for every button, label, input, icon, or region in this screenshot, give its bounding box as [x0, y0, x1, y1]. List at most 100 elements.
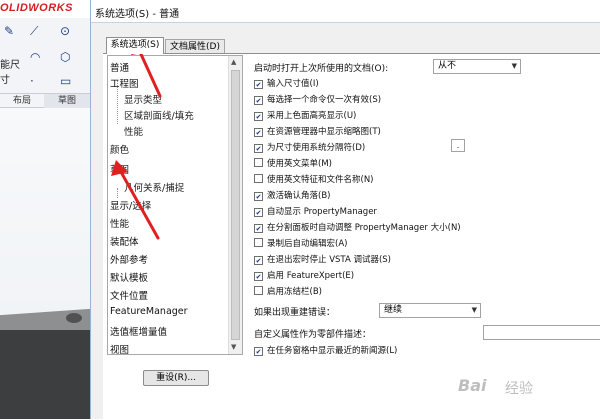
checkbox-input-dimension[interactable]: ✔ 输入尺寸值(I): [254, 77, 319, 89]
checkbox-confirmation-corner[interactable]: ✔ 激活确认角落(B): [254, 189, 330, 201]
model-block-front: [0, 330, 90, 419]
sketch-tool-icon[interactable]: ✎: [4, 24, 14, 38]
tree-item-performance[interactable]: 性能: [110, 216, 129, 230]
tree-item-drawing-performance[interactable]: 性能: [124, 124, 143, 138]
checkbox-box[interactable]: ✔: [254, 80, 263, 89]
checkbox-stop-vsta-debugger[interactable]: ✔ 在退出宏时停止 VSTA 调试器(S): [254, 253, 391, 265]
tree-item-general[interactable]: 普通: [110, 60, 129, 74]
checkbox-box[interactable]: ✔: [254, 192, 263, 201]
arc-tool-icon[interactable]: ◠: [30, 50, 40, 64]
reset-button[interactable]: 重设(R)...: [143, 370, 209, 386]
checkbox-label: 每选择一个命令仅一次有效(S): [267, 95, 382, 105]
checkbox-system-separator[interactable]: ✔ 为尺寸使用系统分隔符(D): [254, 141, 365, 153]
checkbox-label: 采用上色面高亮显示(U): [267, 111, 357, 121]
circle-tool-icon[interactable]: ⊙: [60, 24, 70, 38]
tree-item-assemblies[interactable]: 装配体: [110, 234, 139, 248]
polygon-tool-icon[interactable]: ⬡: [60, 50, 70, 64]
tree-connector: [117, 188, 118, 198]
system-options-dialog: 系统选项(S) - 普通 系统选项(S) 文档属性(D) 普通 工程图 显示类型…: [90, 0, 600, 420]
slot-tool-icon[interactable]: ▭: [60, 74, 71, 88]
dialog-body: 系统选项(S) 文档属性(D) 普通 工程图 显示类型 区域剖面线/填充 性能 …: [91, 22, 600, 420]
tree-item-relations-snaps[interactable]: 几何关系/捕捉: [124, 180, 184, 194]
general-options-panel: 启动时打开上次所使用的文档(O): 从不 ▼ ✔ 输入尺寸值(I) ✔ 每选择一个命…: [251, 59, 600, 389]
checkbox-label: 输入尺寸值(I): [267, 79, 319, 89]
checkbox-box[interactable]: ✔: [254, 256, 263, 265]
custom-property-field[interactable]: [483, 325, 600, 340]
command-manager-tabs: 布局 草图: [0, 94, 90, 108]
checkbox-label: 启用 FeatureXpert(E): [267, 271, 355, 281]
checkbox-label: 在退出宏时停止 VSTA 调试器(S): [267, 255, 391, 265]
scrollbar-thumb[interactable]: [231, 70, 240, 340]
checkbox-enable-featurexpert[interactable]: ✔ 启用 FeatureXpert(E): [254, 269, 354, 281]
checkbox-box[interactable]: ✔: [254, 208, 263, 217]
checkbox-label: 使用英文菜单(M): [267, 159, 332, 169]
checkbox-label: 使用英文特征和文件名称(N): [267, 175, 374, 185]
line-tool-icon[interactable]: ⟋: [30, 24, 38, 39]
chevron-down-icon: ▼: [471, 306, 477, 314]
checkbox-box[interactable]: ✔: [254, 144, 263, 153]
tree-item-view[interactable]: 视图: [110, 342, 129, 354]
checkbox-auto-size-propertymanager[interactable]: ✔ 在分割面板时自动调整 PropertyManager 大小(N): [254, 221, 461, 233]
checkbox-single-command[interactable]: ✔ 每选择一个命令仅一次有效(S): [254, 93, 381, 105]
checkbox-label: 启用冻结栏(B): [267, 287, 322, 297]
checkbox-box[interactable]: [254, 238, 263, 247]
open-last-doc-select[interactable]: 从不 ▼: [433, 59, 521, 74]
smart-dimension-label[interactable]: 能尺 寸: [0, 56, 20, 86]
options-tree: 普通 工程图 显示类型 区域剖面线/填充 性能 颜色 草图 几何关系/捕捉 显示…: [107, 55, 243, 355]
tree-scrollbar[interactable]: ▲ ▼: [228, 56, 242, 354]
rebuild-error-label: 如果出现重建错误：: [254, 308, 336, 318]
tree-item-display-selection[interactable]: 显示/选择: [110, 198, 151, 212]
dialog-titlebar[interactable]: 系统选项(S) - 普通: [91, 0, 600, 22]
checkbox-english-menus[interactable]: 使用英文菜单(M): [254, 157, 332, 169]
dialog-title: 系统选项(S) - 普通: [95, 9, 180, 20]
scroll-down-icon[interactable]: ▼: [231, 343, 236, 351]
tree-item-external-references[interactable]: 外部参考: [110, 252, 148, 266]
checkbox-explorer-thumbnails[interactable]: ✔ 在资源管理器中显示缩略图(T): [254, 125, 381, 137]
open-last-doc-value: 从不: [438, 61, 457, 71]
tree-item-colors[interactable]: 颜色: [110, 142, 129, 156]
point-tool-icon[interactable]: ·: [30, 74, 34, 88]
model-hole: [66, 313, 82, 323]
tree-item-sketch[interactable]: 草图: [110, 162, 129, 176]
scroll-up-icon[interactable]: ▲: [231, 58, 236, 66]
checkbox-box[interactable]: [254, 158, 263, 167]
checkbox-auto-show-propertymanager[interactable]: ✔ 自动显示 PropertyManager: [254, 205, 377, 217]
checkbox-label: 录制后自动编辑宏(A): [267, 239, 348, 249]
tree-item-display-style[interactable]: 显示类型: [124, 92, 162, 106]
tree-item-default-templates[interactable]: 默认模板: [110, 270, 148, 284]
separator-input[interactable]: .: [451, 139, 465, 152]
checkbox-box[interactable]: ✔: [254, 347, 263, 356]
checkbox-label: 在分割面板时自动调整 PropertyManager 大小(N): [267, 223, 461, 233]
tree-item-drawings[interactable]: 工程图: [110, 76, 139, 90]
checkbox-box[interactable]: ✔: [254, 96, 263, 105]
solidworks-logo: OLIDWORKS: [0, 2, 73, 14]
checkbox-box[interactable]: [254, 286, 263, 295]
checkbox-label: 激活确认角落(B): [267, 191, 331, 201]
custom-property-label: 自定义属性作为零部件描述：: [254, 330, 372, 340]
tab-layout[interactable]: 布局: [0, 94, 44, 108]
tab-document-properties[interactable]: 文档属性(D): [165, 39, 225, 54]
checkbox-show-news-feed[interactable]: ✔ 在任务窗格中显示最近的新闻源(L): [254, 344, 397, 356]
checkbox-label: 自动显示 PropertyManager: [267, 207, 377, 217]
tab-system-options[interactable]: 系统选项(S): [106, 37, 164, 54]
tree-item-file-locations[interactable]: 文件位置: [110, 288, 148, 302]
checkbox-label: 为尺寸使用系统分隔符(D): [267, 143, 366, 153]
checkbox-english-feature-names[interactable]: 使用英文特征和文件名称(N): [254, 173, 374, 185]
checkbox-box[interactable]: [254, 174, 263, 183]
checkbox-label: 在任务窗格中显示最近的新闻源(L): [267, 346, 398, 356]
chevron-down-icon: ▼: [511, 62, 517, 70]
rebuild-error-select[interactable]: 继续 ▼: [379, 303, 481, 318]
checkbox-auto-edit-macro[interactable]: 录制后自动编辑宏(A): [254, 237, 347, 249]
rebuild-error-value: 继续: [384, 305, 403, 315]
checkbox-shaded-face-highlight[interactable]: ✔ 采用上色面高亮显示(U): [254, 109, 356, 121]
tree-item-featuremanager[interactable]: FeatureManager: [110, 306, 188, 317]
tree-item-spin-box-increments[interactable]: 选值框增量值: [110, 324, 167, 338]
checkbox-enable-freeze-bar[interactable]: 启用冻结栏(B): [254, 285, 322, 297]
checkbox-box[interactable]: ✔: [254, 112, 263, 121]
checkbox-box[interactable]: ✔: [254, 224, 263, 233]
checkbox-box[interactable]: ✔: [254, 272, 263, 281]
tree-item-area-hatch[interactable]: 区域剖面线/填充: [124, 108, 194, 122]
tab-sketch[interactable]: 草图: [44, 94, 90, 108]
checkbox-box[interactable]: ✔: [254, 128, 263, 137]
open-last-doc-label: 启动时打开上次所使用的文档(O):: [254, 64, 389, 74]
